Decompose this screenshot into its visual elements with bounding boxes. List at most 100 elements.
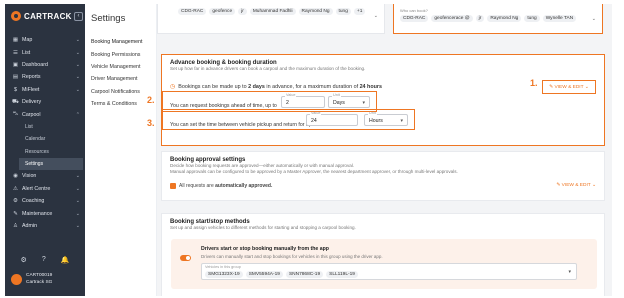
settings-item-booking-permissions[interactable]: Booking Permissions [85, 48, 156, 60]
chevron-down-icon: ⌄ [75, 86, 80, 93]
view-edit-button[interactable]: ✎ VIEW & EDIT ⌄ [542, 80, 596, 94]
option-desc: Drivers can manually start and stop book… [201, 254, 383, 259]
approval-status: All requests are automatically approved. [170, 183, 596, 189]
nav-item-delivery[interactable]: ⛟ Delivery [5, 96, 85, 108]
list-icon: ☰ [13, 49, 18, 56]
user-id: CART00019 [26, 273, 53, 278]
nav-label: Map [22, 37, 33, 44]
brand-name: CARTRACK [24, 11, 72, 21]
vehicle-chip[interactable]: SLL119L-19 [326, 271, 358, 278]
nav-item-carpool[interactable]: ⛍ Carpool ⌃ [5, 108, 85, 120]
admin-icon: ♙ [13, 223, 18, 230]
nav-item-vision[interactable]: ◉ Vision ⌄ [5, 170, 85, 182]
help-icon[interactable]: ? [42, 256, 46, 264]
chevron-down-icon[interactable]: ⌄ [592, 16, 596, 22]
carpool-sub-resources[interactable]: Resources [5, 146, 85, 158]
sidebar-footer: ⚙ ? 🔔 CART00019 Cartrack SG [5, 252, 85, 296]
settings-gear-icon[interactable]: ⚙ [21, 256, 27, 264]
summary-prefix: Bookings can be made up to [178, 83, 247, 90]
nav-label: MiFleet [22, 86, 40, 93]
vehicle-chip[interactable]: SMG1323X-19 [205, 271, 243, 278]
chip-list: CDG-RAC geofence jr Muhammad Fadhli Raym… [178, 8, 366, 15]
chip-list: CDG-RAC geofencerace @ jr Raymond Ng tun… [400, 15, 577, 22]
nav-item-map[interactable]: ▦ Map ⌄ [5, 34, 85, 46]
settings-item-terms[interactable]: Terms & Conditions [85, 98, 156, 110]
chip[interactable]: Raymond Ng [298, 8, 333, 15]
chip[interactable]: jr [238, 8, 247, 15]
notification-bell-icon[interactable]: 🔔 [61, 256, 70, 264]
chevron-down-icon: ⌄ [75, 61, 80, 68]
nav-label: Dashboard [22, 61, 48, 68]
carpool-sub-calendar[interactable]: Calendar [5, 133, 85, 145]
chip[interactable]: geofencerace @ [431, 15, 473, 22]
truck-icon: ⛟ [12, 98, 19, 105]
approval-status-prefix: All requests are [179, 183, 214, 189]
nav-item-list[interactable]: ☰ List ⌄ [5, 46, 85, 58]
vehicle-chip-list: SMG1323X-19 SMV5594A-19 SNN7868C-19 SLL1… [205, 271, 358, 278]
chevron-down-icon: ⌄ [75, 185, 80, 192]
chip[interactable]: CDG-RAC [400, 15, 429, 22]
start-stop-card: Booking start/stop methods Set up and as… [161, 213, 605, 296]
nav-item-mifleet[interactable]: $ MiFleet ⌄ [5, 84, 85, 96]
nav-item-reports[interactable]: ▤ Reports ⌄ [5, 71, 85, 83]
highlight-row-2 [162, 109, 415, 130]
settings-item-booking-management[interactable]: Booking Management [85, 36, 156, 48]
avatar [11, 274, 22, 285]
chevron-down-icon: ⌄ [75, 74, 80, 81]
settings-title: Settings [91, 13, 126, 24]
cartrack-logo-icon [11, 11, 21, 21]
settings-item-driver-management[interactable]: Driver Management [85, 73, 156, 85]
nav-item-alert-centre[interactable]: ⚠ Alert Centre ⌄ [5, 183, 85, 195]
nav-label: List [22, 49, 31, 56]
chip-more[interactable]: +1 [353, 8, 366, 15]
carpool-sub-list[interactable]: List [5, 121, 85, 133]
approval-view-edit-button[interactable]: ✎ VIEW & EDIT ⌄ [556, 183, 596, 188]
cartrack-logo[interactable]: CARTRACK [5, 4, 85, 28]
nav-item-admin[interactable]: ♙ Admin ⌄ [5, 220, 85, 232]
chip[interactable]: Wynelle TAN [542, 15, 577, 22]
nav-label: Maintenance [22, 210, 53, 217]
summary-hours: 24 hours [359, 83, 383, 90]
chevron-down-icon: ⌄ [75, 173, 80, 180]
chip[interactable]: geofence [209, 8, 236, 15]
main-content: CDG-RAC geofence jr Muhammad Fadhli Raym… [157, 4, 612, 296]
user-profile[interactable]: CART00019 Cartrack SG [5, 273, 85, 286]
car-icon: ⛍ [12, 111, 19, 118]
nav-item-dashboard[interactable]: ▣ Dashboard ⌄ [5, 59, 85, 71]
carpool-sub-settings[interactable]: Settings [19, 157, 83, 171]
settings-item-carpool-notifications[interactable]: Carpool Notifications [85, 86, 156, 98]
nav-item-coaching[interactable]: ⚙ Coaching ⌄ [5, 195, 85, 207]
sidebar: CARTRACK ‹ ▦ Map ⌄ ☰ List ⌄ ▣ Dashboard ⌄ ▤ Rep… [5, 4, 85, 296]
chip[interactable]: CDG-RAC [178, 8, 207, 15]
who-can-book-label: Who can book? [400, 8, 428, 13]
user-info: CART00019 Cartrack SG [26, 273, 52, 286]
vehicle-chip[interactable]: SMV5594A-19 [245, 271, 283, 278]
chevron-down-icon[interactable]: ⌄ [374, 13, 378, 19]
vehicles-select[interactable]: Vehicles in this group SMG1323X-19 SMV55… [201, 263, 577, 280]
advance-booking-desc: Set up how far in advance drivers can bo… [170, 66, 366, 71]
chevron-down-icon: ⌄ [75, 37, 80, 44]
step-number-1: 1. [530, 78, 538, 88]
dashboard-icon: ▣ [12, 61, 19, 68]
approval-status-bold: automatically approved. [215, 183, 273, 189]
chevron-down-icon: ⌄ [75, 210, 80, 217]
chip[interactable]: jr [475, 15, 485, 22]
chip[interactable]: Muhammad Fadhli [249, 8, 296, 15]
chevron-down-icon: ⌄ [75, 223, 80, 230]
summary-days: 2 days [248, 83, 265, 90]
clock-icon: ◷ [170, 84, 176, 90]
chip[interactable]: Raymond Ng [487, 15, 522, 22]
nav-item-maintenance[interactable]: ✎ Maintenance ⌄ [5, 207, 85, 219]
sidebar-footer-icons: ⚙ ? 🔔 [5, 256, 85, 264]
permissions-card-left: CDG-RAC geofence jr Muhammad Fadhli Raym… [157, 4, 385, 34]
collapse-sidebar-button[interactable]: ‹ [74, 12, 83, 21]
chevron-down-icon: ⌄ [75, 198, 80, 205]
manual-start-stop-toggle[interactable] [180, 255, 191, 261]
settings-item-vehicle-management[interactable]: Vehicle Management [85, 61, 156, 73]
chevron-down-icon: ⌄ [75, 49, 80, 56]
chip[interactable]: tung [524, 15, 540, 22]
nav-label: Reports [22, 74, 41, 81]
vehicle-chip[interactable]: SNN7868C-19 [285, 271, 324, 278]
chip[interactable]: tung [335, 8, 351, 15]
nav-label: Vision [22, 173, 37, 180]
